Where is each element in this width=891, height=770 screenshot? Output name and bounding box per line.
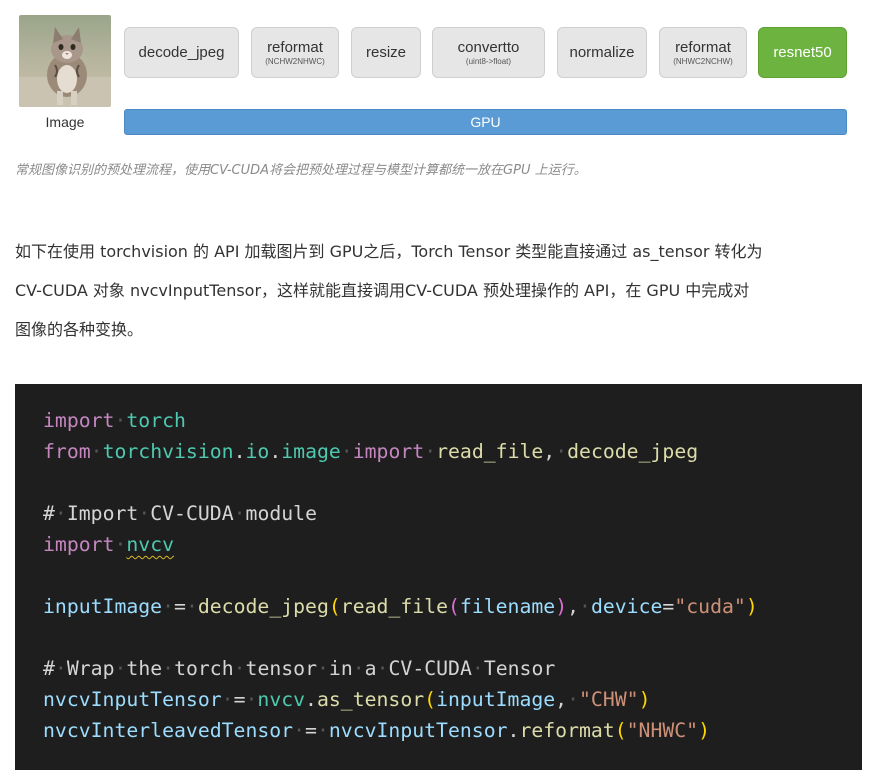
gpu-bar: GPU bbox=[124, 109, 847, 135]
code-line-4: import·nvcv bbox=[43, 533, 175, 556]
string-literal: "NHWC" bbox=[626, 719, 699, 742]
paragraph-line: CV-CUDA 对象 nvcvInputTensor，这样就能直接调用CV-CU… bbox=[15, 281, 750, 300]
function-name: read_file bbox=[340, 595, 448, 618]
step-title: reformat bbox=[267, 38, 323, 56]
step-normalize: normalize bbox=[557, 27, 647, 78]
argument: inputImage bbox=[436, 688, 556, 711]
argument: filename bbox=[459, 595, 556, 618]
step-title: convertto bbox=[457, 38, 520, 56]
article-paragraph: 如下在使用 torchvision 的 API 加载图片到 GPU之后，Torc… bbox=[15, 232, 877, 349]
keyword: import bbox=[352, 440, 425, 463]
paragraph-line: 如下在使用 torchvision 的 API 加载图片到 GPU之后，Torc… bbox=[15, 242, 763, 261]
step-title: normalize bbox=[569, 44, 635, 61]
module-name: nvcv bbox=[126, 533, 175, 556]
module-name: nvcv bbox=[257, 688, 306, 711]
code-line-7: nvcvInputTensor·=·nvcv.as_tensor(inputIm… bbox=[43, 688, 651, 711]
keyword: import bbox=[43, 409, 115, 432]
step-reformat-nhwc2nchw: reformat (NHWC2NCHW) bbox=[659, 27, 747, 78]
figure-caption: 常规图像识别的预处理流程，使用CV-CUDA将会把预处理过程与模型计算都统一放在… bbox=[15, 163, 587, 178]
function-name: as_tensor bbox=[316, 688, 425, 711]
cat-image bbox=[19, 15, 111, 107]
function-name: read_file bbox=[436, 440, 544, 463]
function-name: reformat bbox=[519, 719, 615, 742]
variable: nvcvInputTensor bbox=[43, 688, 222, 711]
function-name: decode_jpeg bbox=[567, 440, 699, 463]
keyword: import bbox=[43, 533, 115, 556]
step-title: resize bbox=[365, 44, 406, 61]
string-literal: "cuda" bbox=[674, 595, 746, 618]
module-name: io bbox=[245, 440, 270, 463]
step-convertto: convertto (uint8->float) bbox=[432, 27, 545, 78]
keyword-argument: device bbox=[590, 595, 663, 618]
step-resnet50: resnet50 bbox=[758, 27, 847, 78]
paragraph-line: 图像的各种变换。 bbox=[15, 320, 144, 339]
module-name: torchvision bbox=[102, 440, 234, 463]
module-name: torch bbox=[126, 409, 186, 432]
code-line-1: import·torch bbox=[43, 409, 186, 432]
step-subtitle: (NCHW2NHWC) bbox=[265, 56, 325, 66]
operator: = bbox=[233, 688, 246, 711]
code-comment: #·Wrap·the·torch·tensor·in·a·CV-CUDA·Ten… bbox=[43, 657, 556, 680]
variable: nvcvInterleavedTensor bbox=[43, 719, 294, 742]
step-subtitle: (NHWC2NCHW) bbox=[673, 56, 733, 66]
code-line-2: from·torchvision.io.image·import·read_fi… bbox=[43, 440, 699, 463]
module-name: image bbox=[281, 440, 341, 463]
code-line-8: nvcvInterleavedTensor·=·nvcvInputTensor.… bbox=[43, 719, 711, 742]
code-comment: #·Import·CV-CUDA·module bbox=[43, 502, 317, 525]
code-line-5: inputImage·=·decode_jpeg(read_file(filen… bbox=[43, 595, 758, 618]
step-title: resnet50 bbox=[773, 44, 832, 61]
keyword: from bbox=[43, 440, 91, 463]
step-reformat-nchw2nhwc: reformat (NCHW2NHWC) bbox=[251, 27, 339, 78]
step-resize: resize bbox=[351, 27, 421, 78]
string-literal: "CHW" bbox=[579, 688, 639, 711]
image-label: Image bbox=[45, 114, 85, 130]
operator: = bbox=[174, 595, 186, 618]
step-title: decode_jpeg bbox=[138, 44, 225, 61]
object-name: nvcvInputTensor bbox=[328, 719, 508, 742]
operator: = bbox=[305, 719, 317, 742]
variable: inputImage bbox=[43, 595, 163, 618]
step-title: reformat bbox=[675, 38, 731, 56]
code-block: import·torch from·torchvision.io.image·i… bbox=[15, 384, 862, 770]
step-decode-jpeg: decode_jpeg bbox=[124, 27, 239, 78]
function-name: decode_jpeg bbox=[197, 595, 329, 618]
step-subtitle: (uint8->float) bbox=[465, 56, 512, 66]
